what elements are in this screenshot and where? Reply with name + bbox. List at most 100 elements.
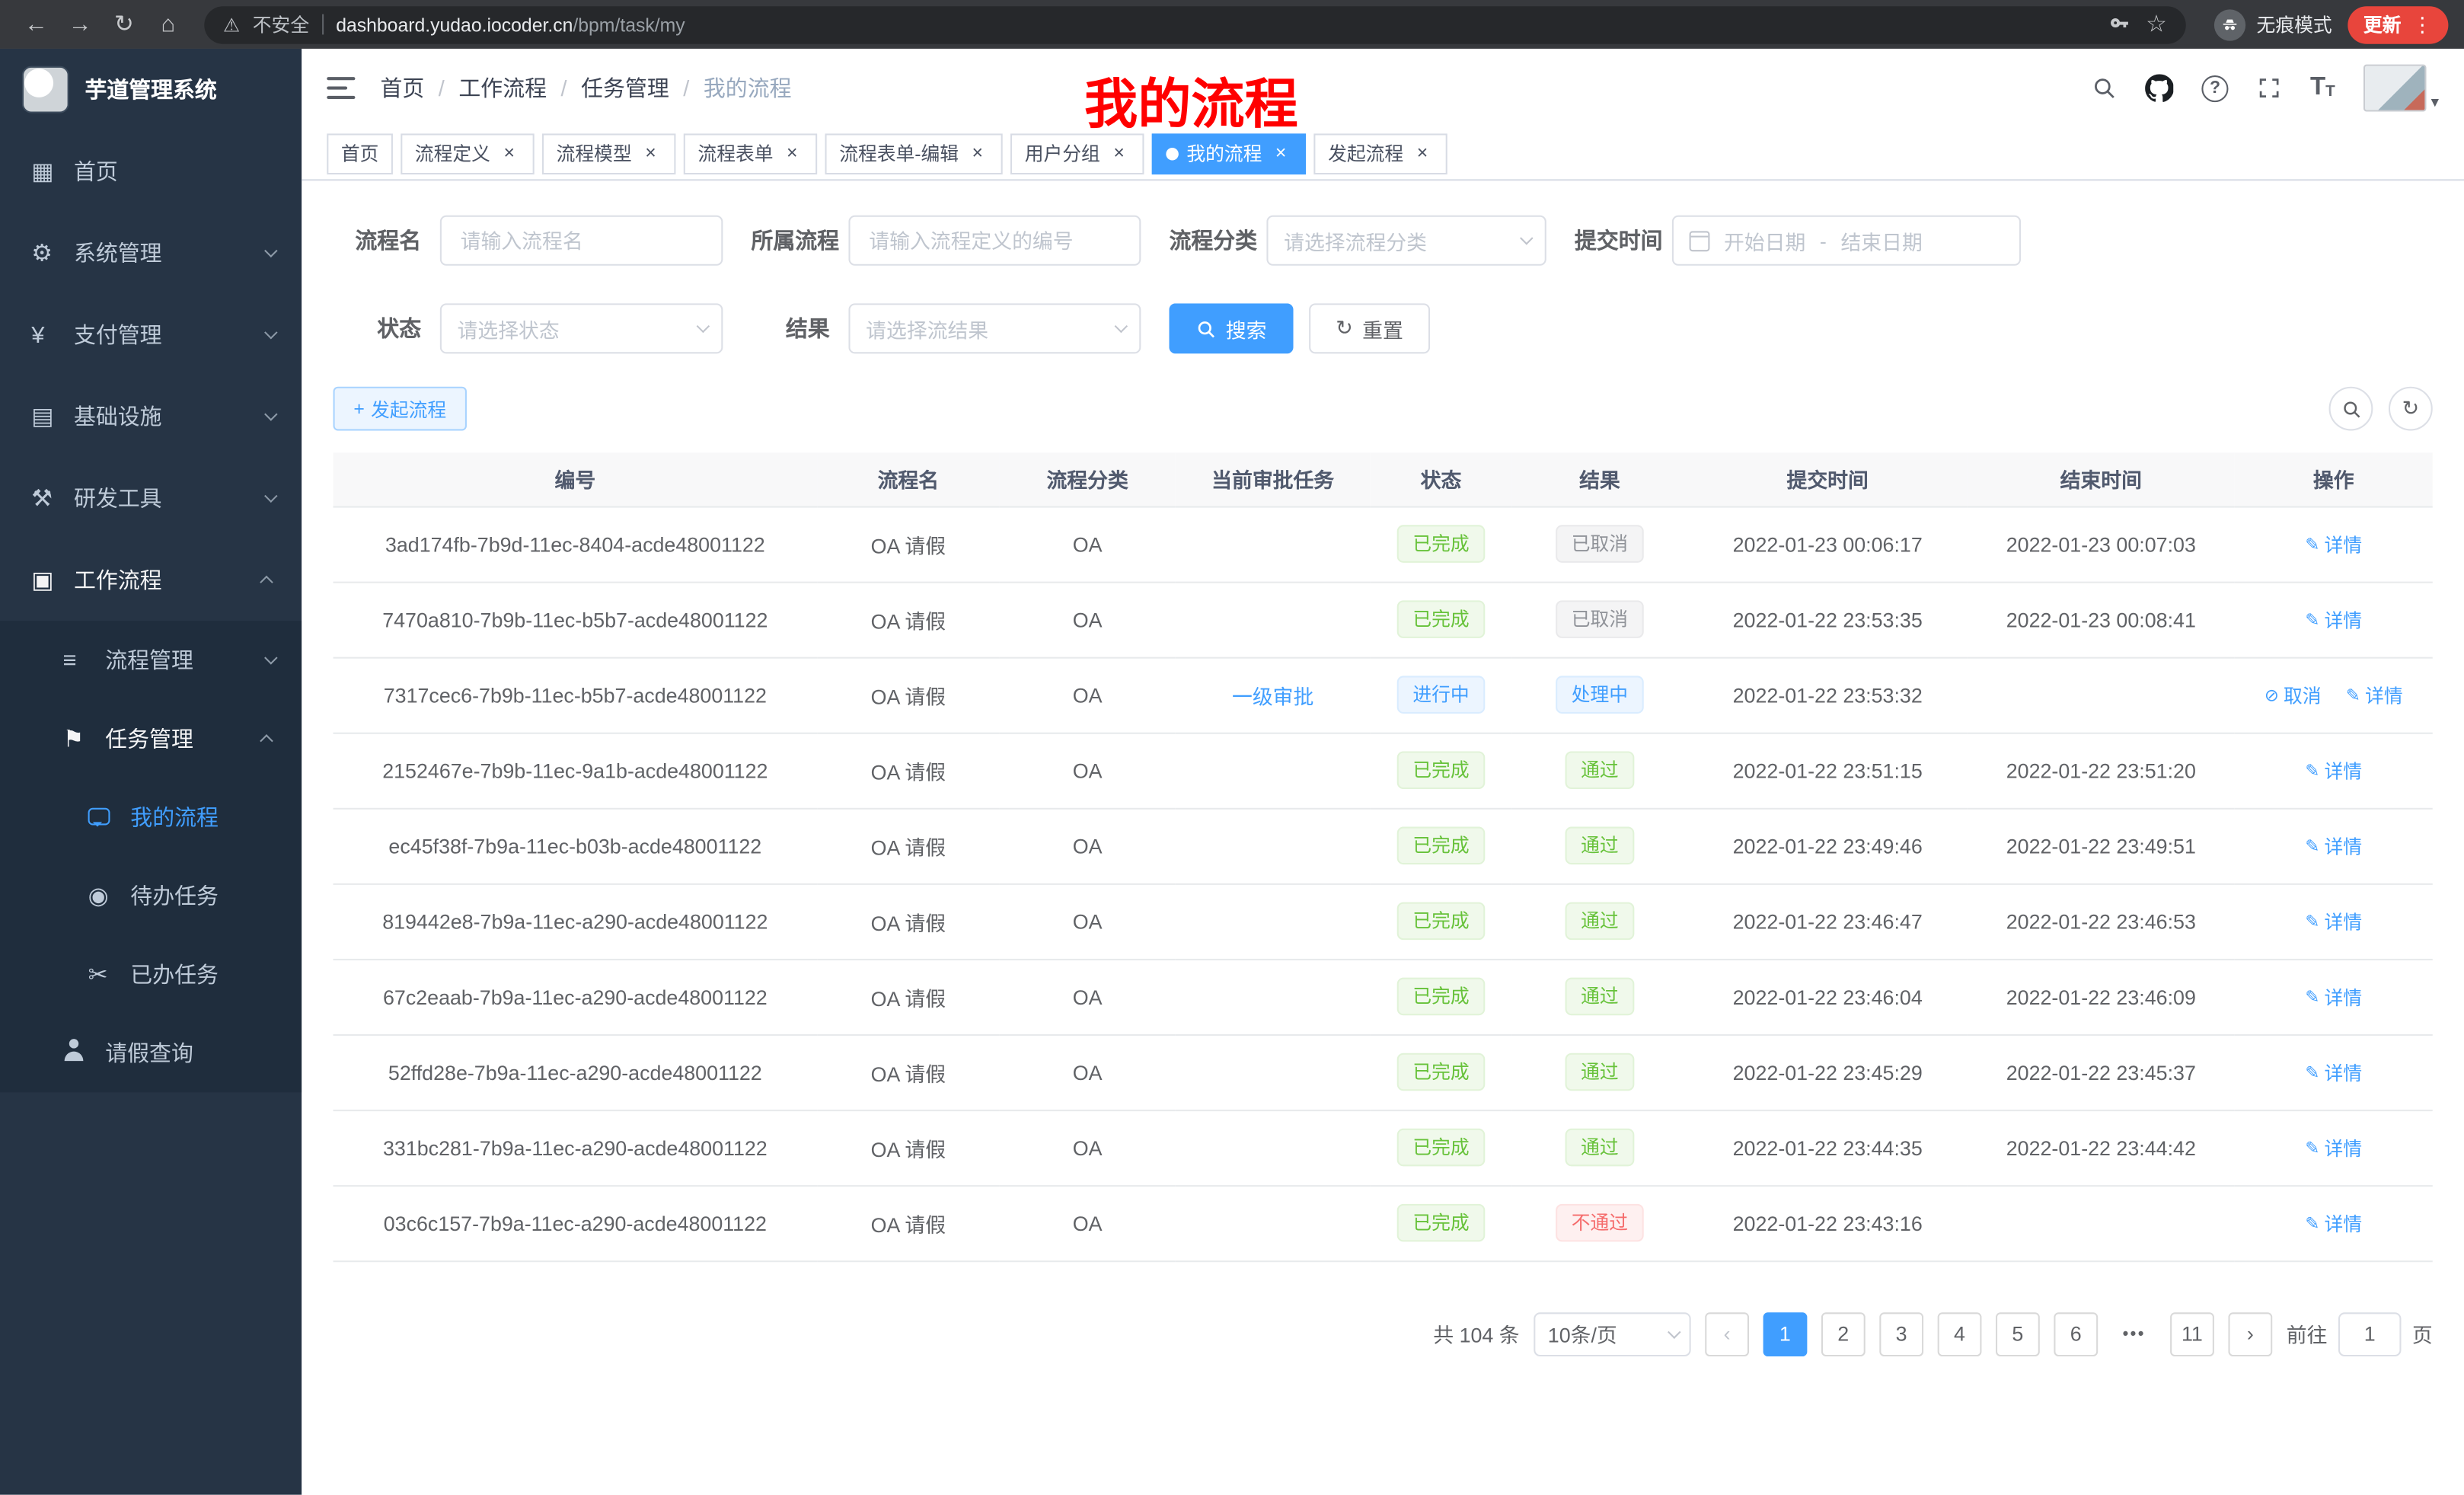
- home-icon[interactable]: ⌂: [148, 0, 189, 49]
- update-button[interactable]: 更新 ⋮: [2348, 5, 2448, 43]
- close-icon[interactable]: ×: [498, 142, 520, 165]
- start-process-button[interactable]: + 发起流程: [334, 387, 467, 431]
- close-icon[interactable]: ×: [1108, 142, 1130, 165]
- sidebar-item-process-management[interactable]: ≡ 流程管理: [0, 621, 302, 699]
- page-button[interactable]: 3: [1879, 1311, 1923, 1356]
- sidebar-item-leave-query[interactable]: 请假查询: [0, 1014, 302, 1092]
- submit-time-label: 提交时间: [1575, 225, 1672, 256]
- chevron-down-icon: [1668, 1324, 1681, 1338]
- detail-link[interactable]: ✎详情: [2305, 908, 2362, 934]
- submit-time-range-picker[interactable]: 开始日期 - 结束日期: [1672, 216, 2021, 266]
- breadcrumb-task-management[interactable]: 任务管理: [581, 72, 669, 104]
- cancel-link[interactable]: ⊘取消: [2265, 682, 2322, 708]
- reload-icon[interactable]: ↻: [104, 0, 145, 49]
- page-button[interactable]: 11: [2170, 1311, 2214, 1356]
- table-row: 2152467e-7b9b-11ec-9a1b-acde48001122 OA …: [334, 733, 2433, 808]
- detail-link[interactable]: ✎详情: [2305, 1134, 2362, 1161]
- tab-process-form-edit[interactable]: 流程表单-编辑×: [825, 133, 1003, 174]
- process-name-input[interactable]: [440, 216, 723, 266]
- close-icon[interactable]: ×: [966, 142, 988, 165]
- detail-label: 详情: [2325, 757, 2363, 784]
- close-icon[interactable]: ×: [640, 142, 662, 165]
- sidebar-item-infrastructure[interactable]: ▤ 基础设施: [0, 375, 302, 457]
- browser-menu-kebab-icon[interactable]: ⋮: [2412, 11, 2433, 37]
- annotation-title: 我的流程: [1084, 61, 1298, 138]
- tab-process-model[interactable]: 流程模型×: [542, 133, 675, 174]
- detail-label: 详情: [2325, 1059, 2363, 1085]
- key-icon[interactable]: [2108, 14, 2130, 36]
- fullscreen-icon[interactable]: [2257, 75, 2282, 101]
- search-button[interactable]: 搜索: [1169, 303, 1293, 353]
- table-toolbar: + 发起流程 ↻: [334, 387, 2433, 431]
- tab-my-process[interactable]: 我的流程×: [1152, 133, 1306, 174]
- sidebar-menu: ▦ 首页 ⚙ 系统管理 ¥ 支付管理 ▤ 基础设施: [0, 130, 302, 1092]
- tab-process-definition[interactable]: 流程定义×: [401, 133, 534, 174]
- status-tag: 已完成: [1397, 902, 1486, 941]
- goto-page-input[interactable]: [2338, 1311, 2402, 1356]
- help-icon[interactable]: ?: [2202, 75, 2229, 101]
- font-size-icon[interactable]: TT: [2310, 75, 2335, 101]
- app-logo[interactable]: 芋道管理系统: [0, 49, 302, 130]
- page-button[interactable]: 6: [2054, 1311, 2098, 1356]
- detail-link[interactable]: ✎详情: [2346, 682, 2403, 708]
- sidebar-item-payment[interactable]: ¥ 支付管理: [0, 294, 302, 375]
- sidebar-item-done-tasks[interactable]: ✂ 已办任务: [0, 935, 302, 1014]
- workflow-icon: ▣: [31, 566, 74, 594]
- sidebar-item-workflow[interactable]: ▣ 工作流程: [0, 539, 302, 621]
- person-icon: [63, 1039, 106, 1067]
- back-icon[interactable]: ←: [16, 0, 57, 49]
- page-button[interactable]: 2: [1821, 1311, 1866, 1356]
- reset-button[interactable]: ↻ 重置: [1309, 303, 1430, 353]
- github-icon[interactable]: [2145, 74, 2173, 102]
- hamburger-icon[interactable]: [327, 77, 355, 99]
- bookmark-star-icon[interactable]: ☆: [2146, 0, 2167, 49]
- cell-operations: ✎详情: [2235, 1110, 2433, 1185]
- refresh-table-button[interactable]: ↻: [2389, 387, 2433, 431]
- page-size-select[interactable]: 10条/页: [1534, 1311, 1690, 1356]
- page-button[interactable]: 4: [1938, 1311, 1982, 1356]
- task-link[interactable]: 一级审批: [1232, 685, 1313, 708]
- close-icon[interactable]: ×: [1270, 142, 1292, 165]
- search-icon[interactable]: [2092, 75, 2117, 101]
- tab-user-group[interactable]: 用户分组×: [1010, 133, 1144, 174]
- page-ellipsis[interactable]: •••: [2112, 1311, 2156, 1356]
- sidebar-item-my-process[interactable]: 我的流程: [0, 778, 302, 857]
- sidebar-item-home[interactable]: ▦ 首页: [0, 130, 302, 212]
- tab-process-form[interactable]: 流程表单×: [684, 133, 817, 174]
- sidebar-item-todo-tasks[interactable]: ◉ 待办任务: [0, 857, 302, 935]
- eye-icon: ◉: [88, 882, 131, 910]
- category-select[interactable]: 请选择流程分类: [1266, 216, 1546, 266]
- cell-name: OA 请假: [817, 1185, 999, 1260]
- next-page-button[interactable]: ›: [2228, 1311, 2272, 1356]
- sidebar-item-dev-tools[interactable]: ⚒ 研发工具: [0, 458, 302, 539]
- forward-icon[interactable]: →: [59, 0, 101, 49]
- page-button[interactable]: 5: [1996, 1311, 2040, 1356]
- detail-link[interactable]: ✎详情: [2305, 983, 2362, 1010]
- close-icon[interactable]: ×: [1412, 142, 1434, 165]
- detail-link[interactable]: ✎详情: [2305, 757, 2362, 784]
- page-button[interactable]: 1: [1763, 1311, 1808, 1356]
- breadcrumb-home[interactable]: 首页: [380, 72, 424, 104]
- sidebar: 芋道管理系统 ▦ 首页 ⚙ 系统管理 ¥ 支付管理 ▤: [0, 49, 302, 1495]
- detail-link[interactable]: ✎详情: [2305, 1209, 2362, 1236]
- active-dot: [1167, 147, 1179, 160]
- detail-link[interactable]: ✎详情: [2305, 606, 2362, 633]
- parent-process-input[interactable]: [848, 216, 1141, 266]
- close-icon[interactable]: ×: [781, 142, 803, 165]
- detail-link[interactable]: ✎详情: [2305, 832, 2362, 859]
- prev-page-button[interactable]: ‹: [1705, 1311, 1749, 1356]
- toggle-search-button[interactable]: [2329, 387, 2373, 431]
- user-avatar[interactable]: ▾: [2363, 65, 2439, 112]
- status-tag: 已完成: [1397, 1053, 1486, 1091]
- tab-home[interactable]: 首页: [327, 133, 393, 174]
- tab-start-process[interactable]: 发起流程×: [1314, 133, 1447, 174]
- detail-link[interactable]: ✎详情: [2305, 1059, 2362, 1085]
- security-label[interactable]: 不安全: [253, 11, 309, 37]
- sidebar-item-task-management[interactable]: ⚑ 任务管理: [0, 699, 302, 778]
- detail-link[interactable]: ✎详情: [2305, 531, 2362, 557]
- address-bar[interactable]: ⚠ 不安全 dashboard.yudao.iocoder.cn/bpm/tas…: [204, 5, 2185, 43]
- result-select[interactable]: 请选择流结果: [848, 303, 1141, 353]
- sidebar-item-system[interactable]: ⚙ 系统管理: [0, 212, 302, 294]
- status-select[interactable]: 请选择状态: [440, 303, 723, 353]
- breadcrumb-workflow[interactable]: 工作流程: [458, 72, 547, 104]
